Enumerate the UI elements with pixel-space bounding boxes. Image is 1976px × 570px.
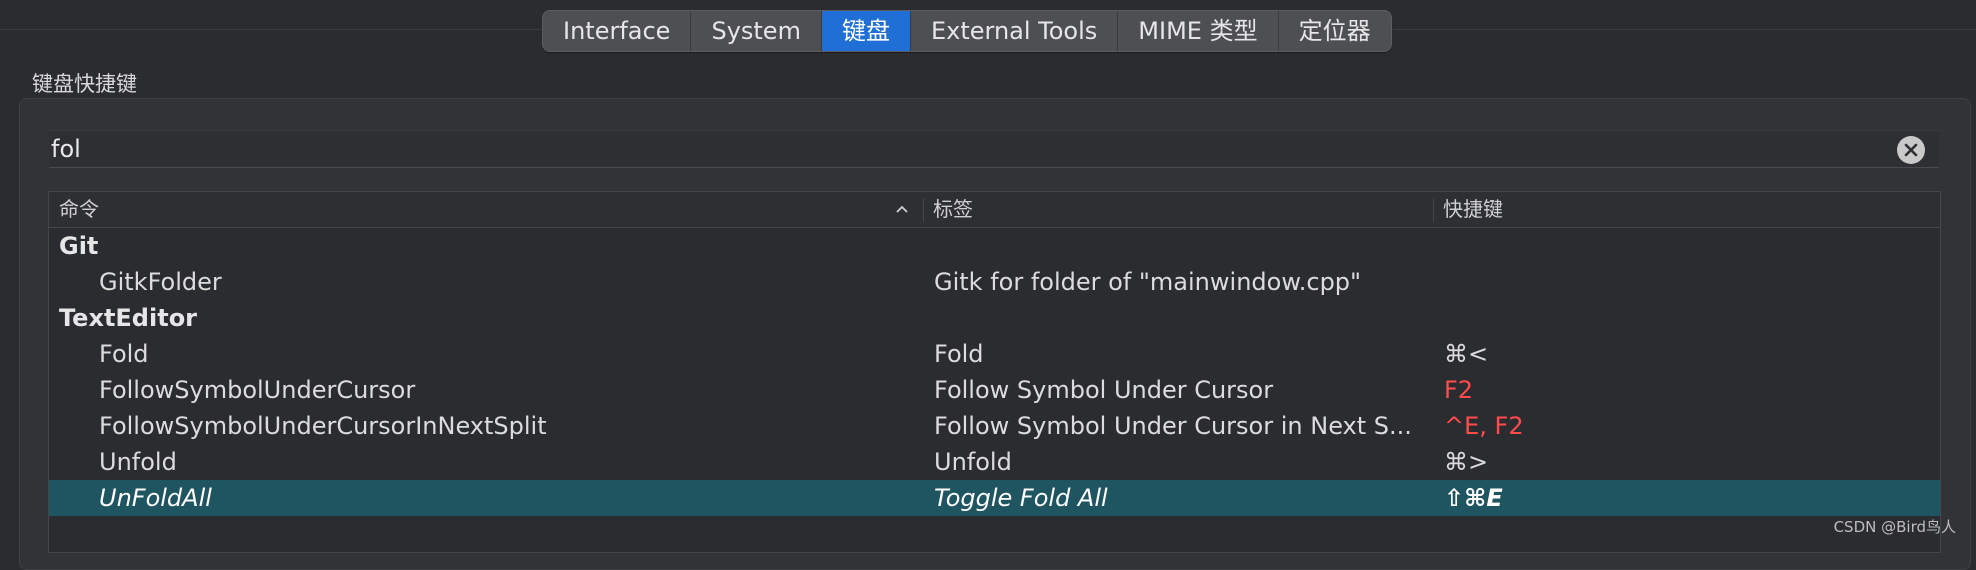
table-row-selected[interactable]: UnFoldAll Toggle Fold All ⇧⌘E	[49, 480, 1940, 516]
column-divider	[1433, 198, 1434, 222]
table-row[interactable]: FollowSymbolUnderCursor Follow Symbol Un…	[49, 372, 1940, 408]
command-cell: Unfold	[99, 448, 177, 476]
table-row[interactable]: Unfold Unfold ⌘>	[49, 444, 1940, 480]
label-cell: Follow Symbol Under Cursor	[934, 376, 1274, 404]
label-cell: Toggle Fold All	[934, 484, 1108, 512]
column-header-label[interactable]: 标签	[933, 192, 973, 227]
command-cell: UnFoldAll	[99, 484, 212, 512]
tab-keyboard[interactable]: 键盘	[821, 11, 911, 51]
table-row[interactable]: FollowSymbolUnderCursorInNextSplit Follo…	[49, 408, 1940, 444]
tree-group-row[interactable]: Git	[49, 228, 1940, 264]
table-row[interactable]: GitkFolder Gitk for folder of "mainwindo…	[49, 264, 1940, 300]
command-cell: GitkFolder	[99, 268, 222, 296]
table-row[interactable]: Fold Fold ⌘<	[49, 336, 1940, 372]
label-cell: Gitk for folder of "mainwindow.cpp"	[934, 268, 1362, 296]
close-icon	[1904, 143, 1918, 157]
group-name: Git	[59, 232, 99, 260]
shortcut-cell: ⌘<	[1444, 340, 1489, 368]
search-field	[49, 130, 1939, 168]
shortcut-cell-conflict: F2	[1444, 376, 1474, 404]
column-divider	[923, 198, 924, 222]
column-header-shortcut[interactable]: 快捷键	[1443, 192, 1503, 227]
tab-interface[interactable]: Interface	[543, 11, 692, 51]
shortcut-cell: ⇧⌘E	[1444, 484, 1503, 512]
shortcut-cell	[1444, 264, 1894, 300]
table-header: 命令 标签 快捷键	[49, 192, 1940, 228]
group-title: 键盘快捷键	[32, 72, 137, 96]
tab-mime-types[interactable]: MIME 类型	[1118, 11, 1279, 51]
tab-locator[interactable]: 定位器	[1279, 11, 1391, 51]
shortcut-cell-conflict: ^E, F2	[1444, 412, 1524, 440]
tab-system[interactable]: System	[691, 11, 822, 51]
clear-search-button[interactable]	[1897, 136, 1925, 164]
sort-ascending-icon	[896, 205, 908, 213]
column-header-command[interactable]: 命令	[59, 192, 99, 227]
label-cell: Unfold	[934, 448, 1012, 476]
shortcut-cell: ⌘>	[1444, 448, 1489, 476]
tree-group-row[interactable]: TextEditor	[49, 300, 1940, 336]
command-cell: FollowSymbolUnderCursorInNextSplit	[99, 412, 547, 440]
label-cell: Fold	[934, 340, 984, 368]
tab-external-tools[interactable]: External Tools	[911, 11, 1119, 51]
label-cell: Follow Symbol Under Cursor in Next S...	[934, 412, 1412, 440]
command-cell: FollowSymbolUnderCursor	[99, 376, 416, 404]
shortcuts-table: 命令 标签 快捷键 Git GitkFolder Gitk for folder…	[48, 191, 1941, 553]
search-input[interactable]	[51, 133, 1881, 165]
group-name: TextEditor	[59, 304, 198, 332]
command-cell: Fold	[99, 340, 149, 368]
watermark: CSDN @Bird鸟人	[1833, 518, 1956, 536]
settings-tabbar: Interface System 键盘 External Tools MIME …	[542, 10, 1392, 52]
